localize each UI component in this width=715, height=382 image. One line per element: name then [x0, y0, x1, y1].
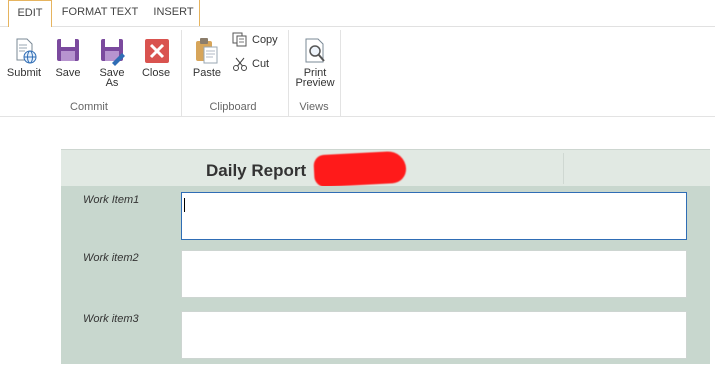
- submit-label: Submit: [6, 67, 42, 79]
- print-preview-button[interactable]: Print Preview: [293, 36, 337, 89]
- save-as-label-line2: As: [105, 77, 119, 89]
- floppy-disk-icon: [57, 39, 79, 61]
- clipboard-paste-icon: [196, 38, 218, 64]
- work-item-2-field[interactable]: [181, 250, 687, 298]
- paste-button[interactable]: Paste: [189, 36, 225, 79]
- group-divider: [181, 30, 182, 116]
- form-body: Work Item1 Work item2 Work item3: [61, 186, 710, 364]
- magnifier-page-icon: [305, 38, 325, 63]
- redaction-mark: [313, 150, 407, 188]
- commit-group-label: Commit: [70, 101, 108, 113]
- close-button[interactable]: Close: [138, 36, 174, 79]
- header-divider: [563, 153, 564, 184]
- clipboard-group-label: Clipboard: [209, 101, 257, 113]
- cut-button[interactable]: Cut: [232, 56, 276, 72]
- form-title: Daily Report: [206, 161, 307, 180]
- copy-icon: [232, 32, 247, 47]
- field-label-work-item-1: Work Item1: [83, 194, 140, 206]
- save-as-button[interactable]: Save As: [94, 36, 130, 89]
- ribbon: Submit Save Save As Close Commit Paste C…: [0, 26, 715, 117]
- save-label: Save: [55, 67, 81, 79]
- tab-edit[interactable]: EDIT: [8, 0, 52, 27]
- close-x-icon: [145, 39, 169, 63]
- submit-globe-icon: [16, 38, 37, 64]
- form-header: Daily Report: [61, 149, 710, 188]
- ribbon-tabs: EDIT FORMAT TEXT INSERT: [0, 0, 715, 27]
- work-item-1-field[interactable]: [181, 192, 687, 240]
- copy-button[interactable]: Copy: [232, 32, 284, 48]
- text-caret: [184, 198, 185, 212]
- cut-label: Cut: [252, 58, 270, 70]
- scissors-icon: [233, 57, 247, 71]
- print-preview-label-line2: Preview: [295, 77, 335, 89]
- copy-label: Copy: [252, 34, 278, 46]
- work-item-3-field[interactable]: [181, 311, 687, 359]
- submit-button[interactable]: Submit: [3, 36, 45, 79]
- tab-insert[interactable]: INSERT: [148, 0, 200, 26]
- group-divider: [288, 30, 289, 116]
- views-group-label: Views: [299, 101, 329, 113]
- field-label-work-item-3: Work item3: [83, 313, 139, 325]
- field-label-work-item-2: Work item2: [83, 252, 139, 264]
- close-label: Close: [141, 67, 171, 79]
- paste-label: Paste: [192, 67, 222, 79]
- group-divider: [340, 30, 341, 116]
- floppy-disk-pencil-icon: [101, 39, 125, 66]
- tab-format-text[interactable]: FORMAT TEXT: [55, 0, 145, 26]
- save-button[interactable]: Save: [50, 36, 86, 79]
